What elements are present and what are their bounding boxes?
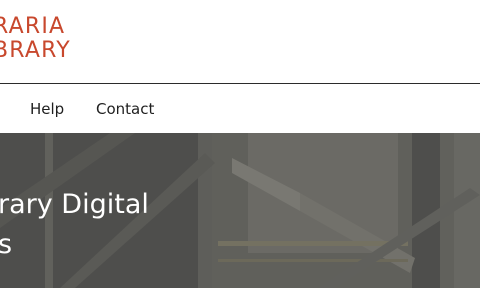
nav-contact-link[interactable]: Contact (96, 100, 154, 118)
hero-banner: rary Digital s (0, 133, 480, 288)
logo-line-2: BRARY (0, 38, 71, 63)
nav-help-link[interactable]: Help (30, 100, 64, 118)
logo-line-1: RARIA (0, 14, 66, 39)
library-logo[interactable]: RARIA BRARY (0, 15, 93, 63)
hero-title-line-2: s (0, 229, 13, 260)
hero-title: rary Digital s (0, 185, 149, 265)
main-navigation: Help Contact (0, 84, 480, 133)
hero-title-line-1: rary Digital (0, 189, 149, 220)
site-header: RARIA BRARY (0, 0, 480, 84)
